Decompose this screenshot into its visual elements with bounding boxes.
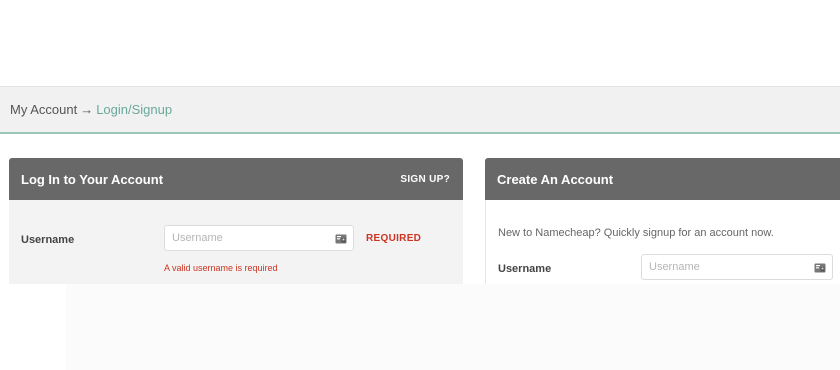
username-error-message: A valid username is required [164,263,278,273]
create-account-panel: Create An Account New to Namecheap? Quic… [485,158,840,284]
login-panel: Log In to Your Account SIGN UP? Username… [9,158,463,284]
breadcrumb-arrow: → [80,102,94,117]
required-tag: REQUIRED [366,233,422,244]
create-intro-text: New to Namecheap? Quickly signup for an … [498,227,774,239]
breadcrumb: My Account → Login/Signup [0,86,840,134]
signup-link[interactable]: SIGN UP? [400,174,450,185]
create-username-field[interactable] [641,254,833,280]
id-card-icon [814,263,826,273]
breadcrumb-current: Login/Signup [96,102,173,117]
top-whitespace [0,0,840,86]
create-panel-body: New to Namecheap? Quickly signup for an … [485,200,840,284]
create-username-input[interactable] [642,255,832,279]
login-panel-title: Log In to Your Account [21,171,164,187]
create-panel-title: Create An Account [497,171,614,187]
page-background-area [66,284,840,370]
login-username-field[interactable] [164,225,354,251]
login-username-input[interactable] [165,226,353,250]
login-panel-header: Log In to Your Account SIGN UP? [9,158,463,200]
login-panel-body: Username REQUIRED A valid username is re… [9,200,463,284]
id-card-icon [335,234,347,244]
breadcrumb-parent-link[interactable]: My Account [10,102,77,117]
create-panel-header: Create An Account [485,158,840,200]
create-username-label: Username [498,263,552,275]
username-label: Username [21,234,75,246]
